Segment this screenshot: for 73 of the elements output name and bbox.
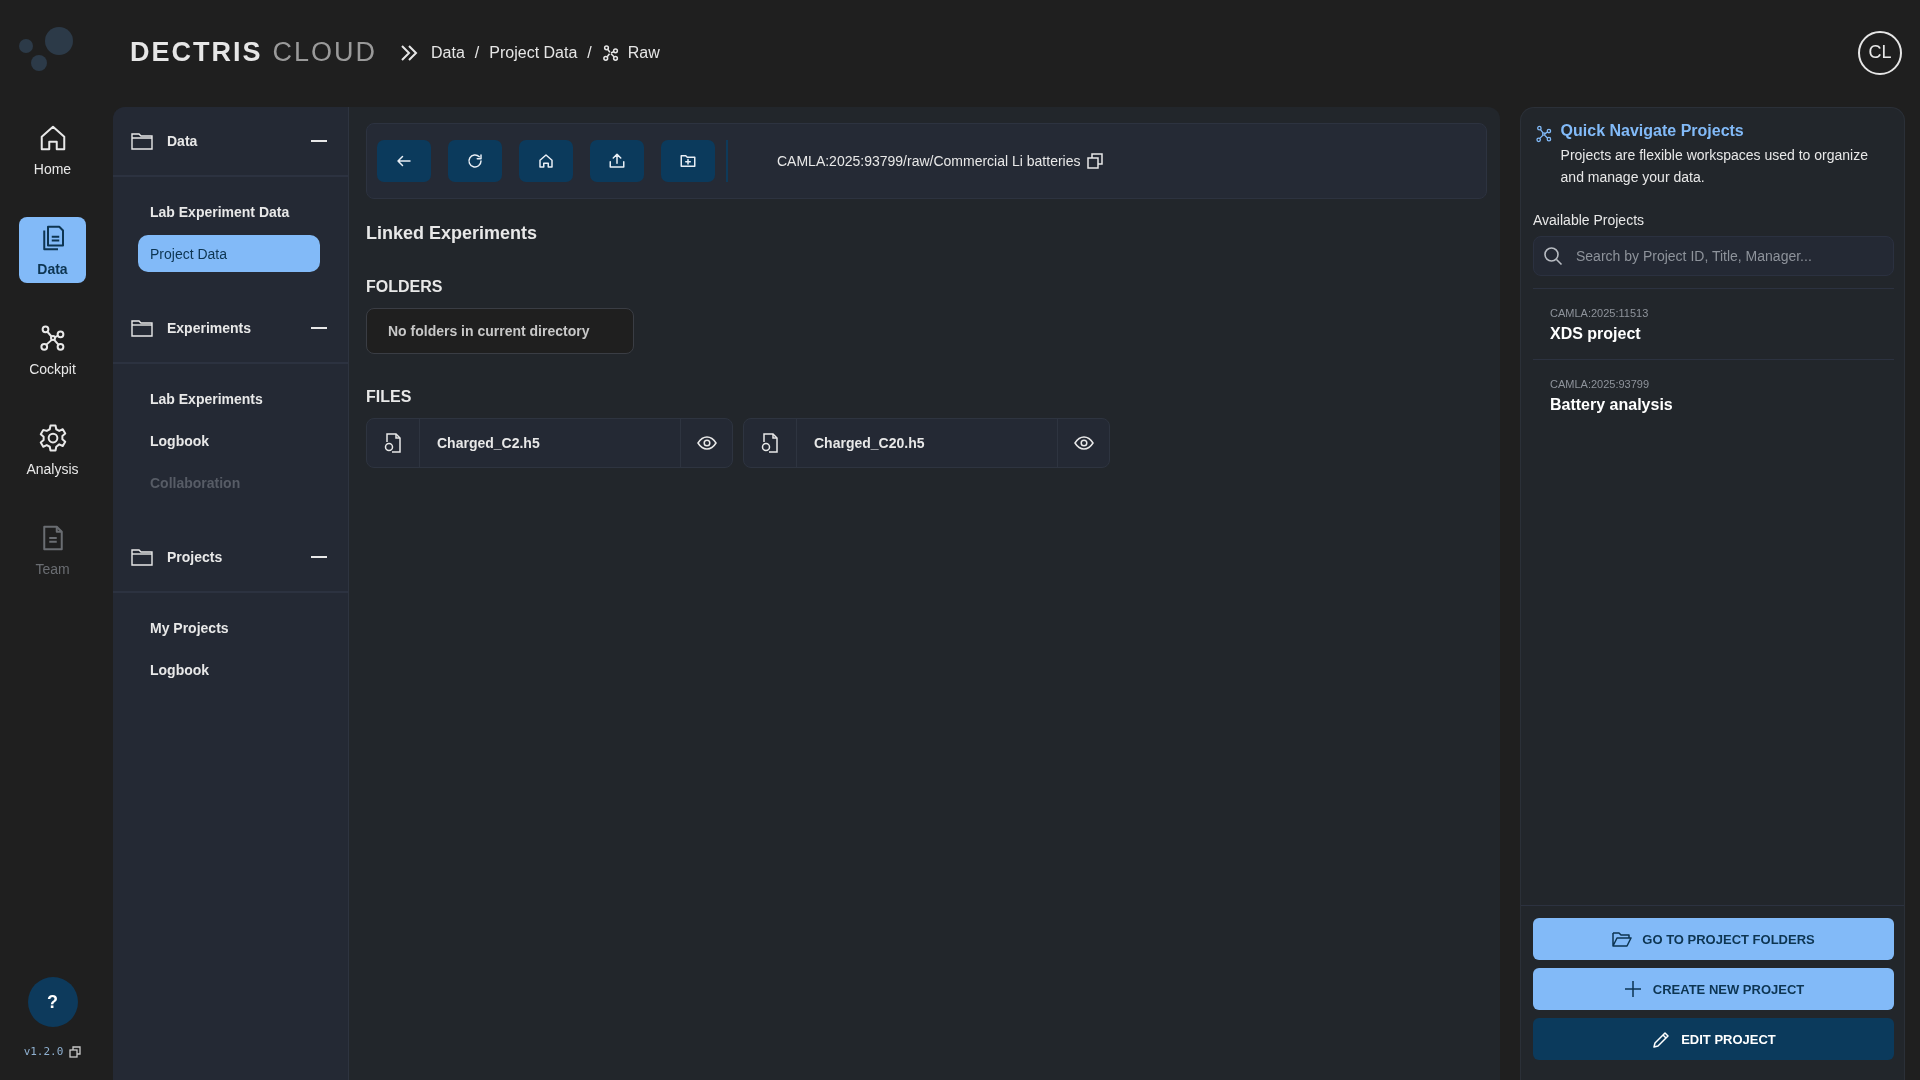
edit-project-button[interactable]: EDIT PROJECT bbox=[1533, 1018, 1894, 1060]
current-path: CAMLA:2025:93799/raw/Commercial Li batteries bbox=[777, 153, 1081, 169]
project-item[interactable]: CAMLA:2025:11513 XDS project bbox=[1533, 288, 1894, 359]
sidebar-item[interactable]: Project Data bbox=[138, 235, 320, 272]
upload-button[interactable] bbox=[590, 140, 644, 182]
rail-nav-item[interactable]: Data bbox=[19, 217, 86, 283]
gear-icon bbox=[37, 423, 68, 453]
file-name: Charged_C2.h5 bbox=[436, 435, 541, 451]
upload-icon bbox=[608, 152, 626, 170]
copy-icon[interactable] bbox=[1087, 153, 1104, 169]
sidebar-item[interactable]: Logbook bbox=[138, 651, 320, 688]
search-icon bbox=[1543, 246, 1563, 266]
go-to-folders-button[interactable]: GO TO PROJECT FOLDERS bbox=[1533, 918, 1894, 960]
search-field[interactable]: Search by Project ID, Title, Manager... bbox=[1533, 236, 1894, 276]
pencil-icon bbox=[1651, 1030, 1672, 1048]
folder-icon bbox=[131, 548, 153, 566]
create-project-button[interactable]: CREATE NEW PROJECT bbox=[1533, 968, 1894, 1010]
network-icon bbox=[601, 43, 620, 62]
breadcrumb-link[interactable]: Project Data bbox=[489, 43, 578, 62]
home-icon bbox=[537, 152, 555, 170]
list-label: Available Projects bbox=[1533, 212, 1646, 228]
back-button[interactable] bbox=[377, 140, 431, 182]
sidebar-item[interactable]: Logbook bbox=[138, 422, 320, 459]
eye-icon bbox=[1073, 436, 1094, 450]
file-icon bbox=[761, 433, 779, 453]
project-id: CAMLA:2025:93799 bbox=[1550, 378, 1651, 390]
help-button[interactable]: ? bbox=[27, 977, 78, 1027]
folder-plus-icon bbox=[679, 152, 697, 170]
folder-icon bbox=[1612, 930, 1633, 948]
sidebar-item[interactable]: My Projects bbox=[138, 609, 320, 646]
breadcrumb-separator: / bbox=[474, 43, 480, 62]
breadcrumb-separator: / bbox=[587, 43, 592, 62]
plus-icon bbox=[1622, 980, 1643, 998]
panel-description: Projects are flexible workspaces used to organize and manage your data. bbox=[1560, 146, 1869, 187]
files-heading: FILES bbox=[366, 388, 413, 406]
logo-product: CLOUD bbox=[272, 37, 378, 68]
folders-heading: FOLDERS bbox=[366, 278, 444, 296]
project-name: Battery analysis bbox=[1550, 396, 1674, 414]
logo-brand: DECTRIS bbox=[130, 37, 263, 68]
new-folder-button[interactable] bbox=[661, 140, 715, 182]
rail-nav-item[interactable]: Analysis bbox=[19, 417, 86, 483]
project-name: XDS project bbox=[1550, 325, 1642, 343]
rail-nav-item[interactable]: Home bbox=[19, 117, 86, 183]
home-button[interactable] bbox=[519, 140, 573, 182]
copy-icon[interactable] bbox=[69, 1045, 82, 1058]
refresh-button[interactable] bbox=[448, 140, 502, 182]
breadcrumb-link[interactable]: Raw bbox=[627, 43, 660, 62]
double-chevron-icon bbox=[399, 42, 420, 63]
section-title: Experiments bbox=[167, 320, 253, 336]
file-icon bbox=[384, 433, 402, 453]
minus-icon[interactable] bbox=[310, 327, 328, 329]
sidebar-item[interactable]: Lab Experiment Data bbox=[138, 193, 320, 230]
minus-icon[interactable] bbox=[310, 556, 328, 558]
refresh-icon bbox=[466, 152, 484, 170]
empty-folders-message: No folders in current directory bbox=[366, 308, 634, 354]
breadcrumb-link[interactable]: Data bbox=[431, 43, 465, 62]
section-title: Data bbox=[167, 133, 199, 149]
user-avatar[interactable]: CL bbox=[1858, 30, 1902, 75]
project-item[interactable]: CAMLA:2025:93799 Battery analysis bbox=[1533, 359, 1894, 430]
folder-icon bbox=[131, 319, 153, 337]
file-name: Charged_C20.h5 bbox=[813, 435, 926, 451]
section-title: Projects bbox=[167, 549, 224, 565]
project-id: CAMLA:2025:11513 bbox=[1550, 307, 1650, 319]
eye-icon bbox=[696, 436, 717, 450]
panel-title: Quick Navigate Projects bbox=[1560, 122, 1745, 140]
version-text: v1.2.0 bbox=[23, 1045, 64, 1058]
rail-nav-item[interactable]: Cockpit bbox=[19, 317, 86, 383]
sidebar-item[interactable]: Lab Experiments bbox=[138, 380, 320, 417]
page-title: Linked Experiments bbox=[366, 223, 539, 244]
file-card[interactable]: Charged_C2.h5 bbox=[366, 418, 733, 468]
minus-icon[interactable] bbox=[310, 140, 328, 142]
file-card[interactable]: Charged_C20.h5 bbox=[743, 418, 1110, 468]
folder-icon bbox=[131, 132, 153, 150]
